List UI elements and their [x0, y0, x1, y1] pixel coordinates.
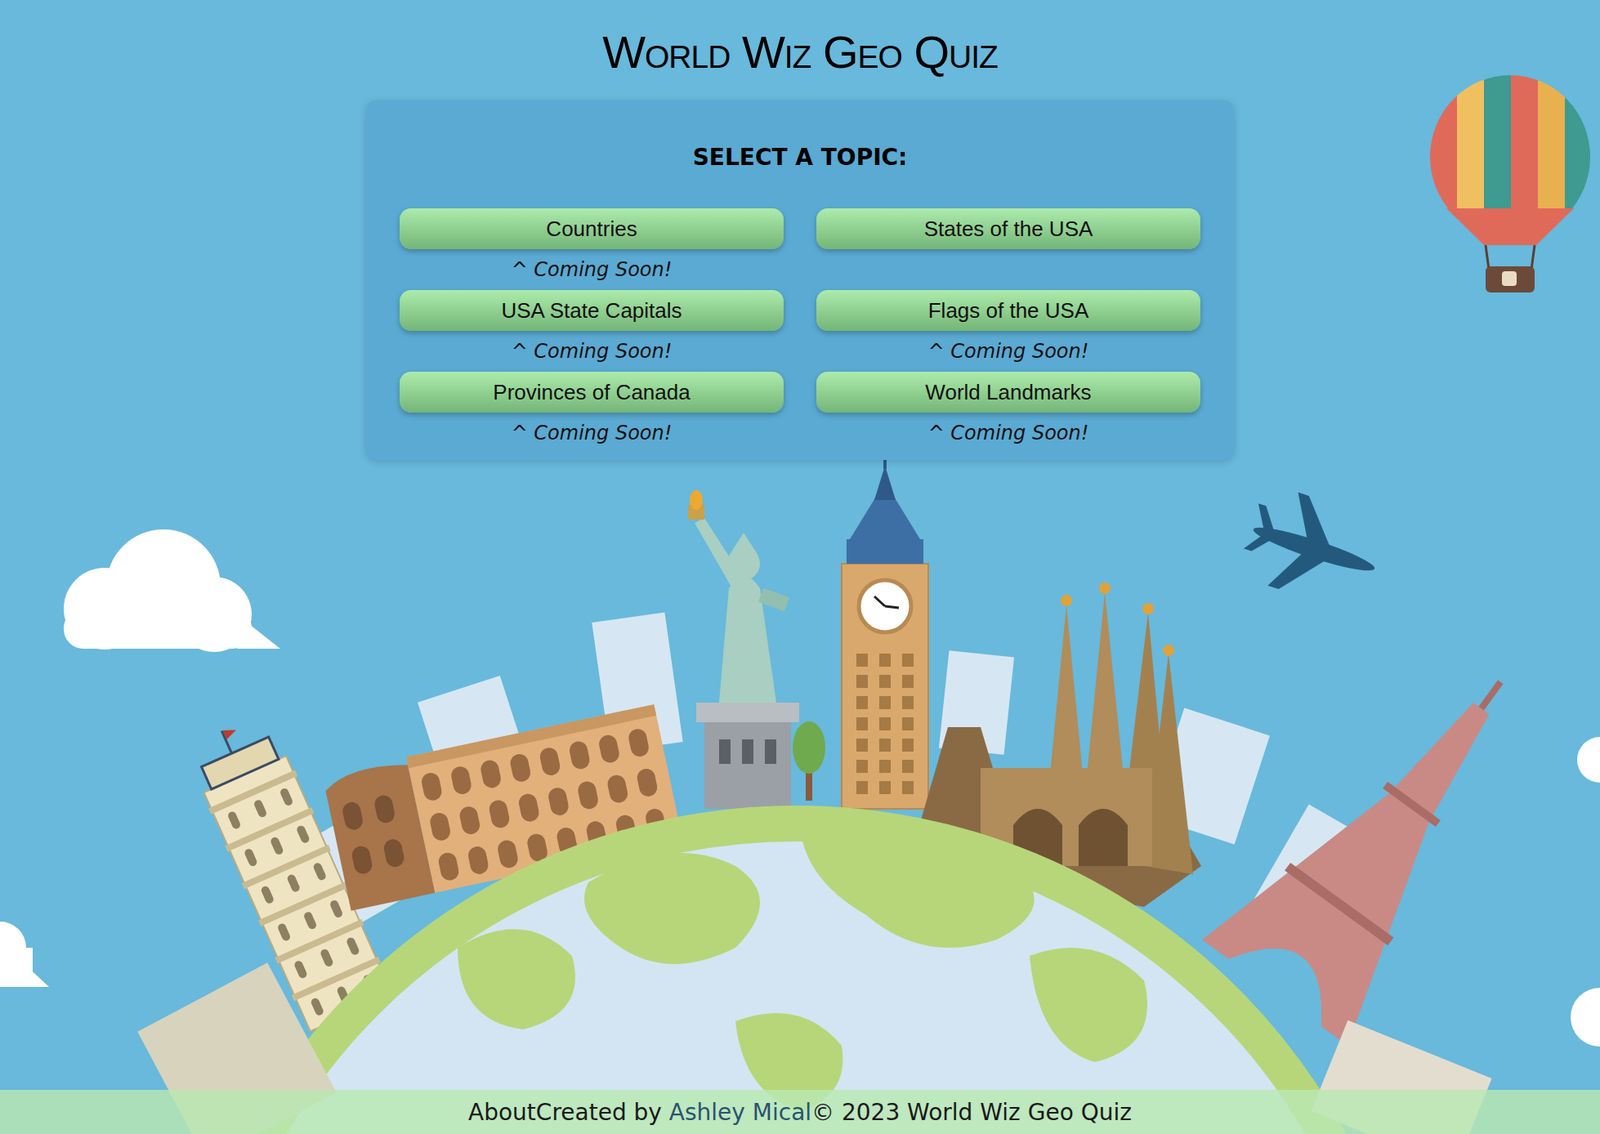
coming-soon-note: ^ Coming Soon!: [816, 412, 1201, 454]
cloud-icon: [63, 529, 281, 653]
hot-air-balloon-icon: [1430, 73, 1593, 293]
credit-text: Created by: [536, 1099, 670, 1127]
author-link[interactable]: Ashley Mical: [669, 1099, 812, 1127]
statue-of-liberty-icon: [688, 490, 800, 809]
topic-item: USA State Capitals ^ Coming Soon!: [399, 290, 784, 372]
topic-item: States of the USA: [816, 208, 1201, 291]
topic-item: Flags of the USA ^ Coming Soon!: [816, 290, 1201, 372]
coming-soon-note: ^ Coming Soon!: [816, 330, 1201, 372]
header: World Wiz Geo Quiz: [0, 0, 1600, 80]
topic-button[interactable]: Countries: [399, 208, 784, 250]
topic-button[interactable]: World Landmarks: [816, 371, 1201, 413]
coming-soon-note: ^ Coming Soon!: [399, 412, 784, 454]
tree-icon: [792, 721, 826, 801]
site-title: World Wiz Geo Quiz: [602, 24, 998, 80]
eiffel-tower-icon: [1202, 629, 1574, 1046]
footer: About Created by Ashley Mical © 2023 Wor…: [0, 1090, 1600, 1134]
topic-panel: SELECT A TOPIC: Countries ^ Coming Soon!…: [366, 100, 1234, 461]
copyright-text: © 2023 World Wiz Geo Quiz: [811, 1099, 1132, 1127]
cloud-icon: [1570, 737, 1600, 1047]
topic-heading: SELECT A TOPIC:: [399, 141, 1201, 175]
topic-grid: Countries ^ Coming Soon! States of the US…: [399, 208, 1201, 454]
note-spacer: [816, 249, 1201, 291]
page: World Wiz Geo Quiz SELECT A TOPIC: Count…: [0, 0, 1600, 1134]
topic-item: Provinces of Canada ^ Coming Soon!: [399, 371, 784, 454]
topic-button[interactable]: Provinces of Canada: [399, 371, 784, 413]
topic-button[interactable]: Flags of the USA: [816, 290, 1201, 331]
cloud-icon: [0, 921, 50, 988]
main: SELECT A TOPIC: Countries ^ Coming Soon!…: [0, 79, 1600, 1091]
globe-icon: [169, 805, 1422, 1134]
topic-button[interactable]: States of the USA: [816, 208, 1201, 250]
coming-soon-note: ^ Coming Soon!: [399, 249, 784, 291]
topic-button[interactable]: USA State Capitals: [399, 290, 784, 331]
about-link[interactable]: About: [468, 1099, 537, 1127]
airplane-icon: [1234, 482, 1390, 617]
coming-soon-note: ^ Coming Soon!: [399, 330, 784, 372]
big-ben-icon: [841, 454, 929, 809]
topic-item: Countries ^ Coming Soon!: [399, 208, 784, 291]
topic-item: World Landmarks ^ Coming Soon!: [816, 371, 1201, 454]
